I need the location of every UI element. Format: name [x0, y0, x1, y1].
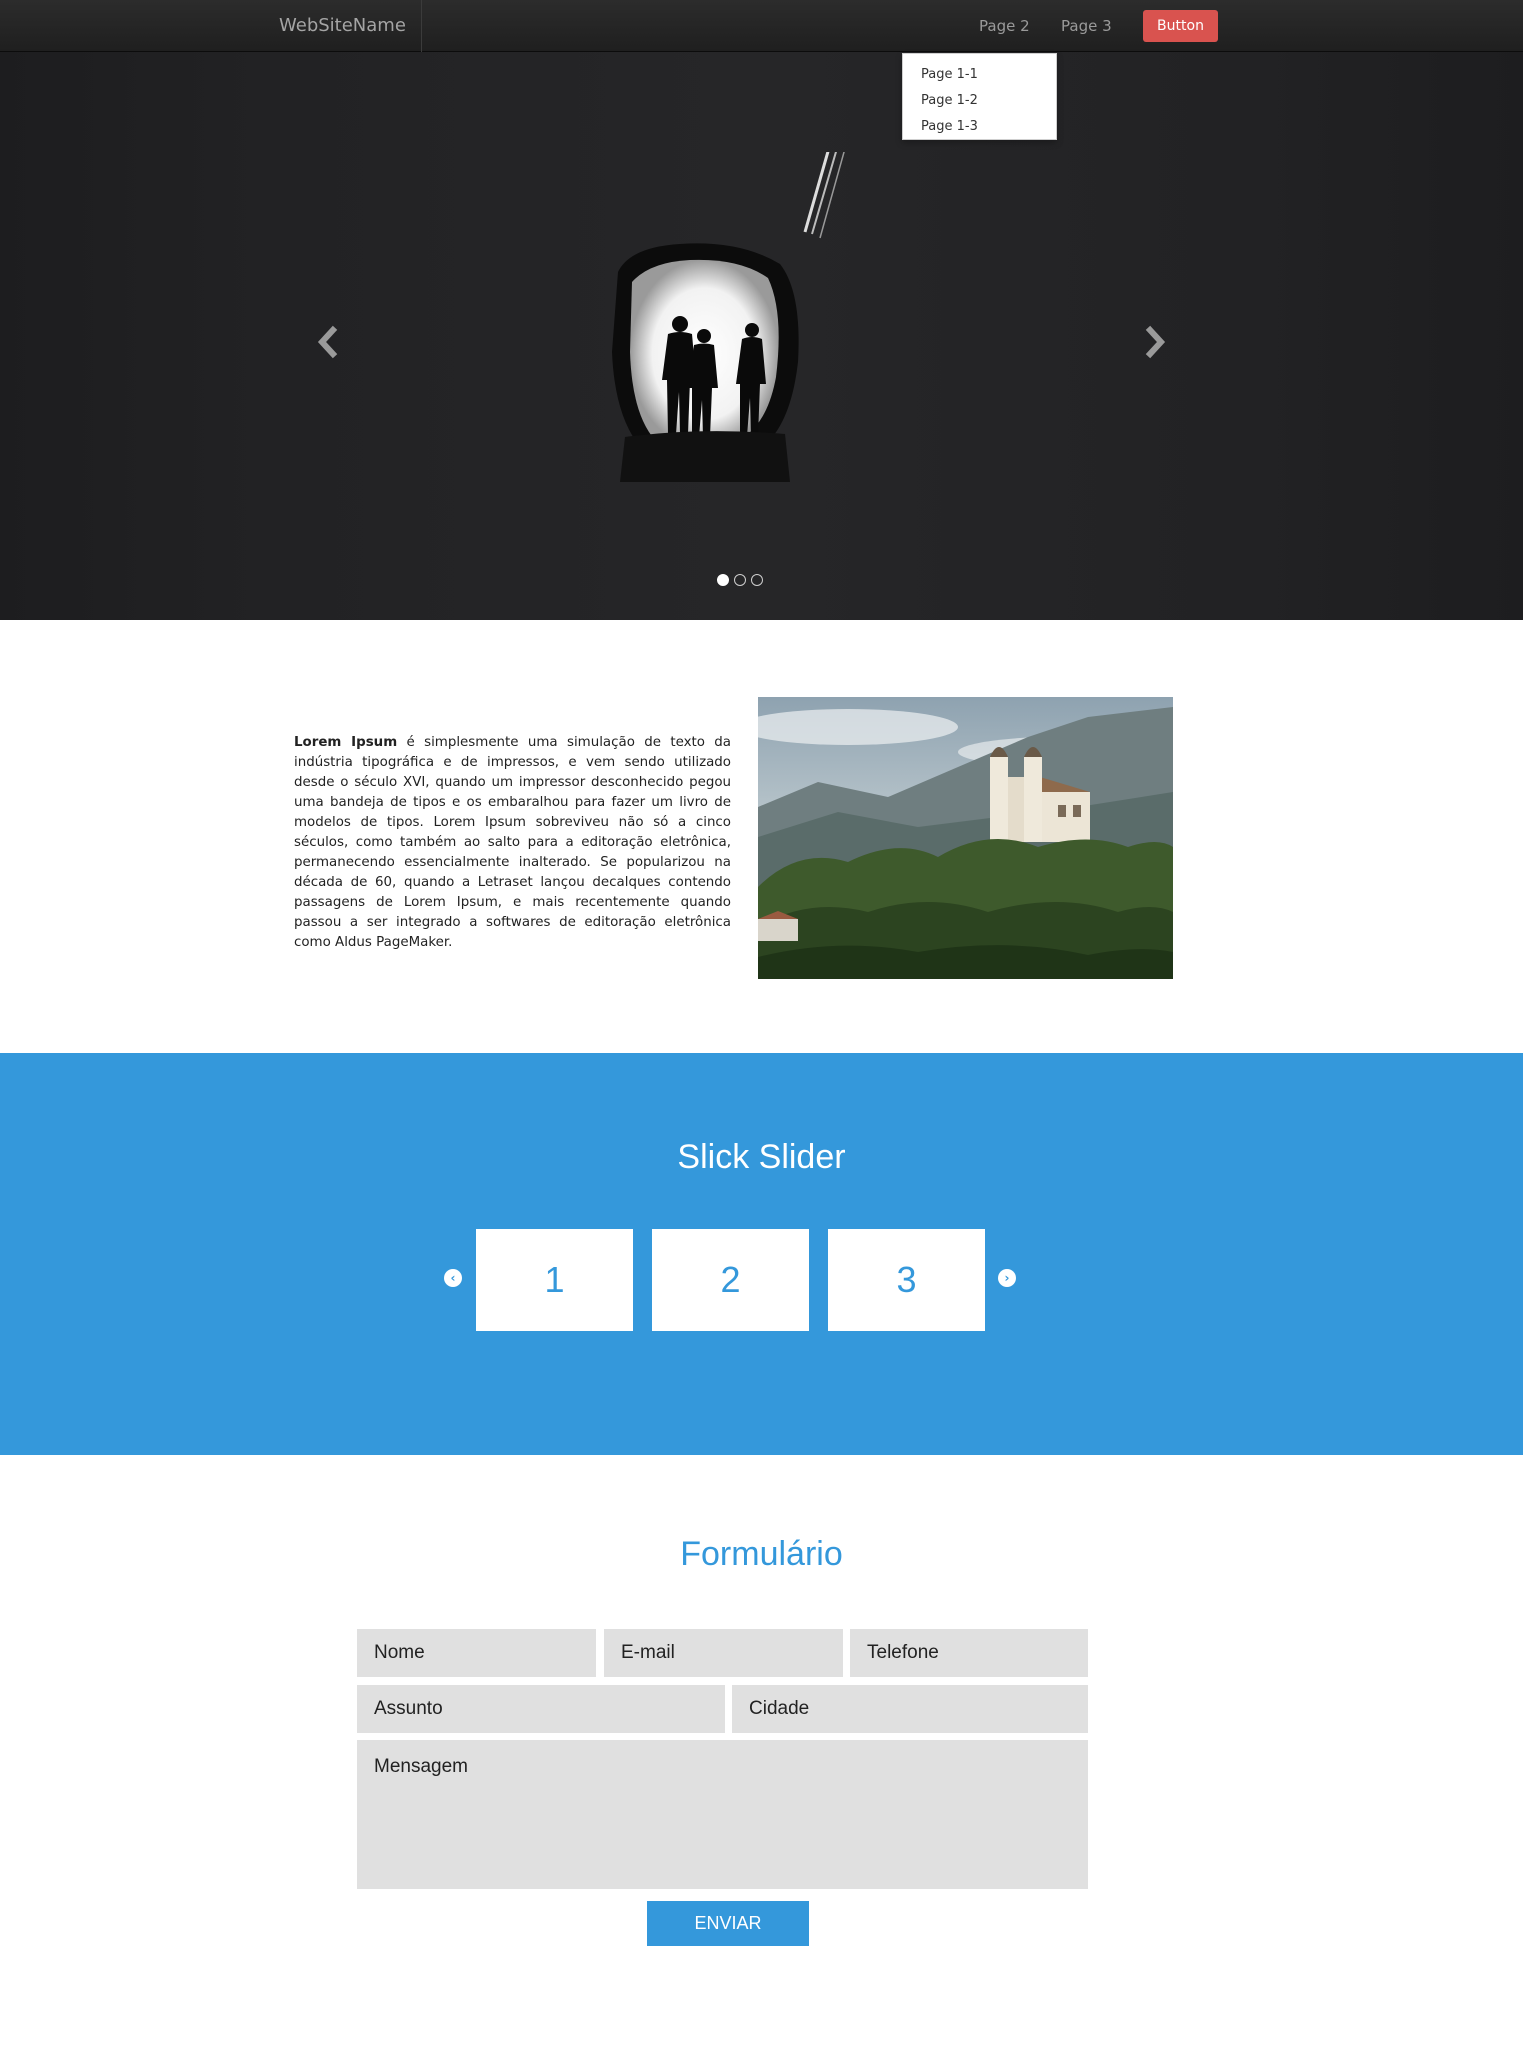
navbar: WebSiteName Page 2 Page 3 Button [0, 0, 1523, 52]
church-image [758, 697, 1173, 979]
chevron-right-icon[interactable] [1140, 322, 1170, 362]
carousel-dot-2[interactable] [734, 574, 746, 586]
name-field[interactable] [357, 1629, 596, 1677]
subject-field[interactable] [357, 1685, 725, 1733]
dropdown-item-page-1-3[interactable]: Page 1-3 [903, 114, 1056, 140]
circle-chevron-left-icon[interactable]: ‹ [444, 1269, 462, 1287]
slide-3[interactable]: 3 [828, 1229, 985, 1331]
about-lead: Lorem Ipsum [294, 735, 398, 750]
dropdown-item-page-1-2[interactable]: Page 1-2 [903, 88, 1056, 114]
message-field[interactable] [357, 1740, 1088, 1889]
nav-button[interactable]: Button [1143, 10, 1218, 42]
form-title: Formulário [680, 1535, 843, 1573]
circle-chevron-right-icon[interactable]: › [998, 1269, 1016, 1287]
carousel-dot-1[interactable] [717, 574, 729, 586]
submit-button[interactable]: ENVIAR [647, 1901, 809, 1946]
hero-carousel [0, 52, 1523, 620]
about-body: é simplesmente uma simulação de texto da… [294, 735, 731, 950]
about-paragraph: Lorem Ipsum é simplesmente uma simulação… [294, 733, 731, 953]
dropdown-item-page-1-1[interactable]: Page 1-1 [903, 62, 1056, 88]
nav-link-page-2[interactable]: Page 2 [979, 0, 1030, 52]
slide-1[interactable]: 1 [476, 1229, 633, 1331]
phone-field[interactable] [850, 1629, 1088, 1677]
email-field[interactable] [604, 1629, 843, 1677]
city-field[interactable] [732, 1685, 1088, 1733]
slick-title: Slick Slider [677, 1138, 846, 1176]
carousel-slide-image [612, 152, 845, 482]
carousel-dot-3[interactable] [751, 574, 763, 586]
slide-2[interactable]: 2 [652, 1229, 809, 1331]
dropdown-menu: Page 1-1 Page 1-2 Page 1-3 [902, 53, 1057, 140]
brand-link[interactable]: WebSiteName [262, 0, 422, 52]
carousel-indicators [717, 574, 763, 588]
chevron-left-icon[interactable] [313, 322, 343, 362]
nav-link-page-3[interactable]: Page 3 [1061, 0, 1112, 52]
slick-slider-section: Slick Slider ‹ 1 2 3 › [0, 1053, 1523, 1455]
